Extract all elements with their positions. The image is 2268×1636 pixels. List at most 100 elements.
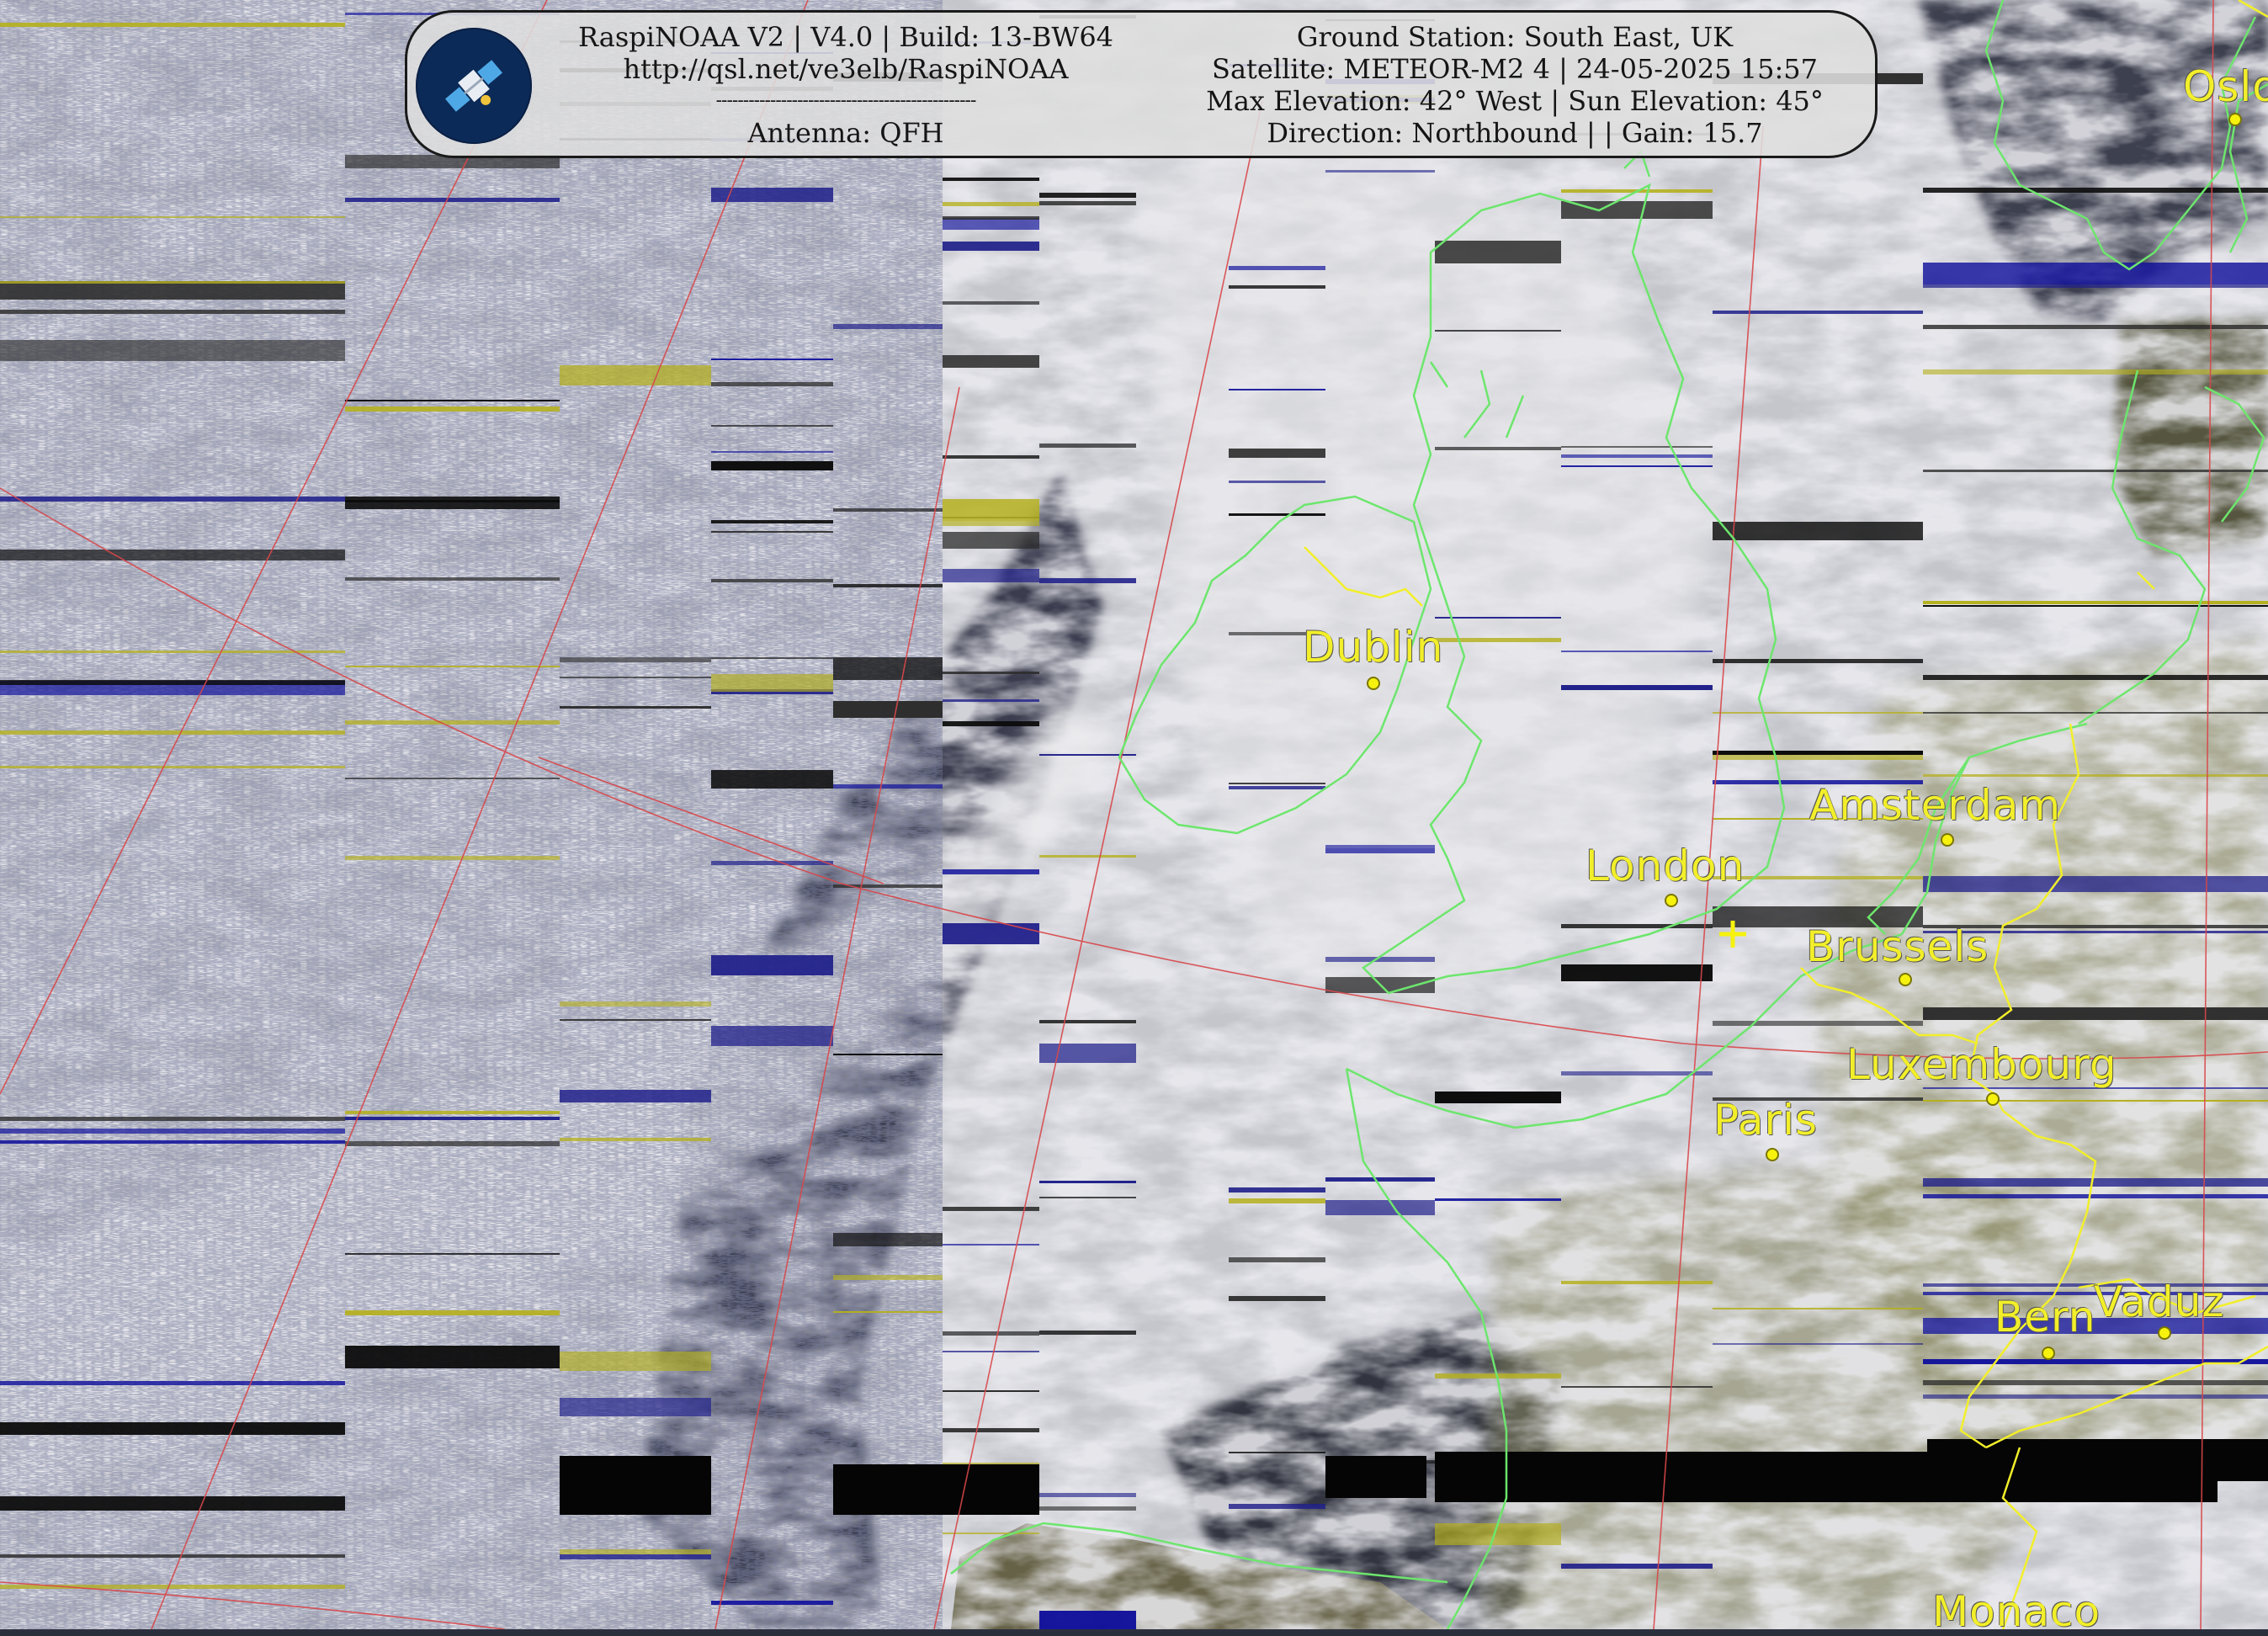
noise-line: [1039, 1506, 1136, 1511]
header-separator: ----------------------------------------…: [715, 90, 977, 111]
noise-line: [1923, 876, 2268, 892]
city-label-vaduz: Vaduz: [2094, 1277, 2225, 1326]
noise-line: [560, 1398, 711, 1416]
city-dot-amsterdam: [1941, 833, 1954, 847]
noise-line: [1713, 1343, 1923, 1345]
noise-line: [1923, 325, 2268, 329]
noise-line: [711, 579, 833, 582]
noise-line: [711, 955, 833, 975]
header-website-link[interactable]: http://qsl.net/ve3elb/RaspiNOAA: [555, 53, 1136, 85]
noise-line: [711, 520, 833, 523]
noise-line: [0, 1496, 345, 1511]
satellite-icon: [416, 28, 532, 144]
noise-line: [1923, 369, 2268, 374]
noise-line: [943, 355, 1039, 368]
noise-line: [1923, 774, 2268, 777]
noise-line: [0, 281, 345, 284]
noise-line: [833, 1311, 943, 1313]
noise-line: [1923, 284, 2268, 288]
noise-line: [1039, 201, 1136, 205]
noise-line: [1229, 1452, 1325, 1453]
noise-line: [1923, 605, 2268, 607]
noise-line: [833, 1054, 943, 1055]
noise-line: [833, 784, 943, 789]
noise-line: [0, 1140, 345, 1144]
noise-line: [1039, 1197, 1136, 1198]
noise-line: [1923, 1194, 2268, 1198]
header-elevation: Max Elevation: 42° West | Sun Elevation:…: [1206, 85, 1824, 117]
noise-line: [1039, 1331, 1136, 1335]
noise-line: [1039, 1181, 1136, 1183]
header-direction-gain: Direction: Northbound | | Gain: 15.7: [1267, 117, 1763, 149]
noise-line: [943, 178, 1039, 181]
noise-line: [560, 1138, 711, 1141]
noise-line: [1923, 1380, 2268, 1385]
noise-block: [1325, 1456, 1426, 1498]
noise-line: [833, 1275, 943, 1280]
city-label-oslo: Oslo: [2183, 62, 2268, 111]
noise-line: [711, 1601, 833, 1605]
noise-line: [345, 1141, 560, 1146]
city-label-monaco: Monaco: [1932, 1587, 2101, 1636]
noise-line: [1713, 1308, 1923, 1309]
noise-line: [1229, 1257, 1325, 1262]
noise-line: [1039, 444, 1136, 448]
noise-line: [1325, 845, 1435, 848]
noise-line: [345, 666, 560, 667]
noise-line: [1561, 964, 1713, 981]
noise-line: [1561, 651, 1713, 652]
noise-line: [345, 577, 560, 581]
noise-line: [1039, 1020, 1136, 1023]
noise-line: [0, 550, 345, 560]
noise-line: [943, 569, 1039, 582]
noise-line: [1039, 1044, 1136, 1063]
noise-line: [1923, 263, 2268, 284]
city-dot-dublin: [1367, 677, 1380, 690]
noise-line: [560, 1549, 711, 1554]
noise-line: [943, 1428, 1039, 1432]
noise-line: [345, 778, 560, 779]
noise-line: [0, 1554, 345, 1558]
noise-line: [833, 1233, 943, 1246]
noise-line: [560, 657, 711, 662]
noise-line: [0, 680, 345, 685]
noise-line: [1923, 1007, 2268, 1020]
noise-line: [560, 1352, 711, 1371]
noise-line: [560, 1019, 711, 1021]
noise-line: [711, 1026, 833, 1046]
noise-line: [1325, 170, 1435, 173]
noise-line: [345, 198, 560, 202]
noise-line: [0, 1381, 345, 1385]
noise-line: [1923, 675, 2268, 680]
noise-line: [560, 706, 711, 709]
noise-line: [833, 657, 943, 680]
ground-station-marker: [1718, 919, 1748, 949]
noise-line: [345, 1253, 560, 1255]
noise-line: [943, 202, 1039, 206]
noise-line: [1039, 193, 1136, 198]
noise-line: [1923, 1178, 2268, 1187]
noise-line: [345, 406, 560, 412]
noise-line: [1923, 188, 2268, 193]
noise-line: [560, 365, 711, 385]
noise-line: [1229, 481, 1325, 483]
noise-line: [943, 521, 1039, 526]
noise-line: [1923, 601, 2268, 604]
noise-line: [1229, 285, 1325, 289]
noise-block: [833, 1464, 1039, 1515]
noise-line: [833, 324, 943, 329]
noise-line: [0, 730, 345, 735]
noise-line: [943, 1390, 1039, 1392]
noise-line: [345, 497, 560, 509]
noise-line: [1039, 855, 1136, 858]
noise-line: [345, 1117, 560, 1120]
noise-line: [0, 310, 345, 314]
noise-line: [345, 1111, 560, 1114]
noise-line: [943, 1244, 1039, 1246]
noise-line: [0, 23, 345, 27]
noise-line: [833, 701, 943, 718]
noise-line: [1561, 1281, 1713, 1284]
noise-line: [943, 721, 1039, 726]
noise-line: [345, 1310, 560, 1315]
header-ground-station: Ground Station: South East, UK: [1296, 21, 1734, 53]
